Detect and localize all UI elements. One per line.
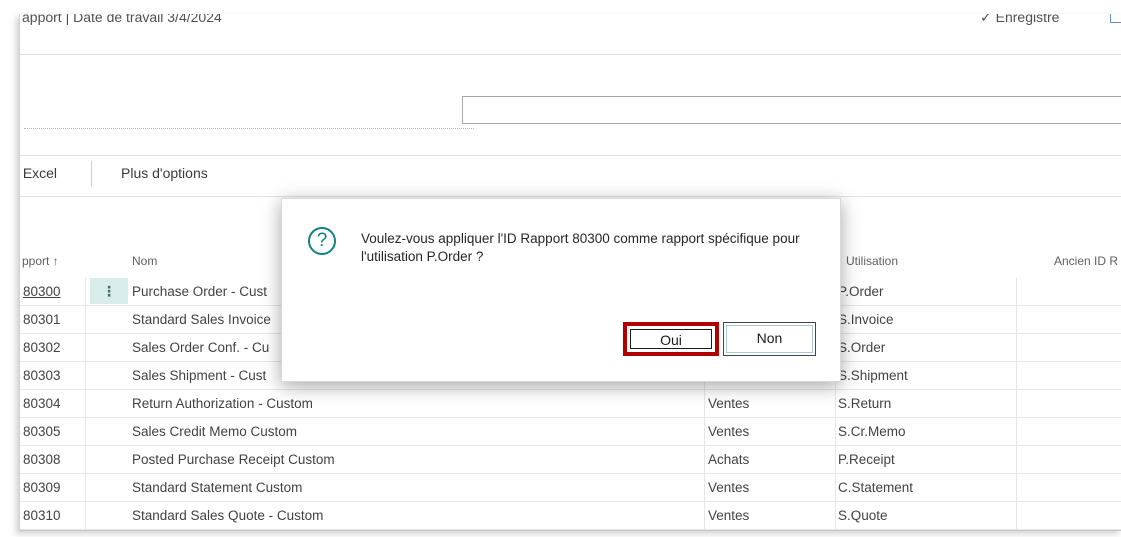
- report-id-cell[interactable]: 80309: [23, 474, 61, 501]
- report-usage-cell: P.Order: [838, 284, 884, 299]
- report-id-cell[interactable]: 80308: [23, 446, 61, 473]
- question-icon: ?: [308, 227, 336, 255]
- divider: [20, 196, 1121, 197]
- report-id-cell[interactable]: 80301: [23, 306, 61, 333]
- report-name-cell: Sales Order Conf. - Cu: [132, 340, 270, 355]
- table-row[interactable]: 80309 Standard Statement Custom Ventes C…: [20, 474, 1121, 502]
- confirm-dialog: ? Voulez-vous appliquer l'ID Rapport 803…: [281, 198, 841, 382]
- report-usage-cell: S.Quote: [838, 508, 888, 523]
- more-options-action[interactable]: Plus d'options: [121, 165, 208, 181]
- report-name-cell: Sales Credit Memo Custom: [132, 424, 298, 439]
- saved-status: ✓ Enregistré: [980, 14, 1060, 25]
- report-name-cell: Standard Sales Invoice: [132, 312, 271, 327]
- table-row[interactable]: 80308 Posted Purchase Receipt Custom Ach…: [20, 446, 1121, 474]
- yes-button[interactable]: Oui: [623, 322, 719, 356]
- dialog-message: Voulez-vous appliquer l'ID Rapport 80300…: [361, 231, 800, 264]
- report-name-cell: Posted Purchase Receipt Custom: [132, 452, 335, 467]
- report-name-cell: Purchase Order - Cust: [132, 284, 268, 299]
- report-usage-cell: S.Return: [838, 396, 892, 411]
- report-name-cell: Return Authorization - Custom: [132, 396, 313, 411]
- column-header-name[interactable]: Nom: [132, 254, 157, 268]
- table-row[interactable]: 80310 Standard Sales Quote - Custom Vent…: [20, 502, 1121, 530]
- report-id-cell[interactable]: 80302: [23, 334, 61, 361]
- column-header-old-id[interactable]: Ancien ID R: [1054, 254, 1118, 268]
- report-type-cell: Ventes: [708, 424, 750, 439]
- report-name-cell: Sales Shipment - Cust: [132, 368, 267, 383]
- filter-dotted-line: [24, 128, 474, 129]
- report-usage-cell: S.Invoice: [838, 312, 894, 327]
- report-type-cell: Ventes: [708, 508, 750, 523]
- excel-action[interactable]: Excel: [20, 165, 57, 181]
- divider: [20, 155, 1121, 156]
- excel-label: Excel: [22, 165, 58, 181]
- table-row[interactable]: 80305 Sales Credit Memo Custom Ventes S.…: [20, 418, 1121, 446]
- action-separator: [91, 161, 92, 187]
- table-row[interactable]: 80304 Return Authorization - Custom Vent…: [20, 390, 1121, 418]
- more-vertical-icon[interactable]: ⋮: [90, 278, 128, 304]
- column-header-usage[interactable]: Utilisation: [846, 254, 898, 268]
- yes-button-label: Oui: [630, 329, 712, 349]
- report-type-cell: Ventes: [708, 480, 750, 495]
- filter-input[interactable]: [462, 96, 1121, 124]
- report-id-cell[interactable]: 80304: [23, 390, 61, 417]
- breadcrumb: apport | Date de travail 3/4/2024: [22, 14, 222, 25]
- report-usage-cell: S.Shipment: [838, 368, 908, 383]
- report-usage-cell: P.Receipt: [838, 452, 895, 467]
- report-usage-cell: S.Order: [838, 340, 886, 355]
- report-id-cell[interactable]: 80303: [23, 362, 61, 389]
- column-header-id[interactable]: pport ↑: [22, 254, 59, 268]
- report-type-cell: Achats: [708, 452, 750, 467]
- divider: [20, 54, 1121, 55]
- page-header: apport | Date de travail 3/4/2024 ✓ Enre…: [20, 14, 1121, 54]
- report-name-cell: Standard Statement Custom: [132, 480, 303, 495]
- report-id-cell[interactable]: 80310: [23, 502, 61, 529]
- report-name-cell: Standard Sales Quote - Custom: [132, 508, 324, 523]
- report-usage-cell: C.Statement: [838, 480, 914, 495]
- row-menu[interactable]: ⋮: [90, 278, 128, 304]
- report-id-cell[interactable]: 80305: [23, 418, 61, 445]
- report-id-cell[interactable]: 80300: [23, 278, 61, 305]
- no-button[interactable]: Non: [723, 322, 816, 356]
- report-usage-cell: S.Cr.Memo: [838, 424, 906, 439]
- bookmark-icon[interactable]: [1110, 14, 1121, 23]
- report-type-cell: Ventes: [708, 396, 750, 411]
